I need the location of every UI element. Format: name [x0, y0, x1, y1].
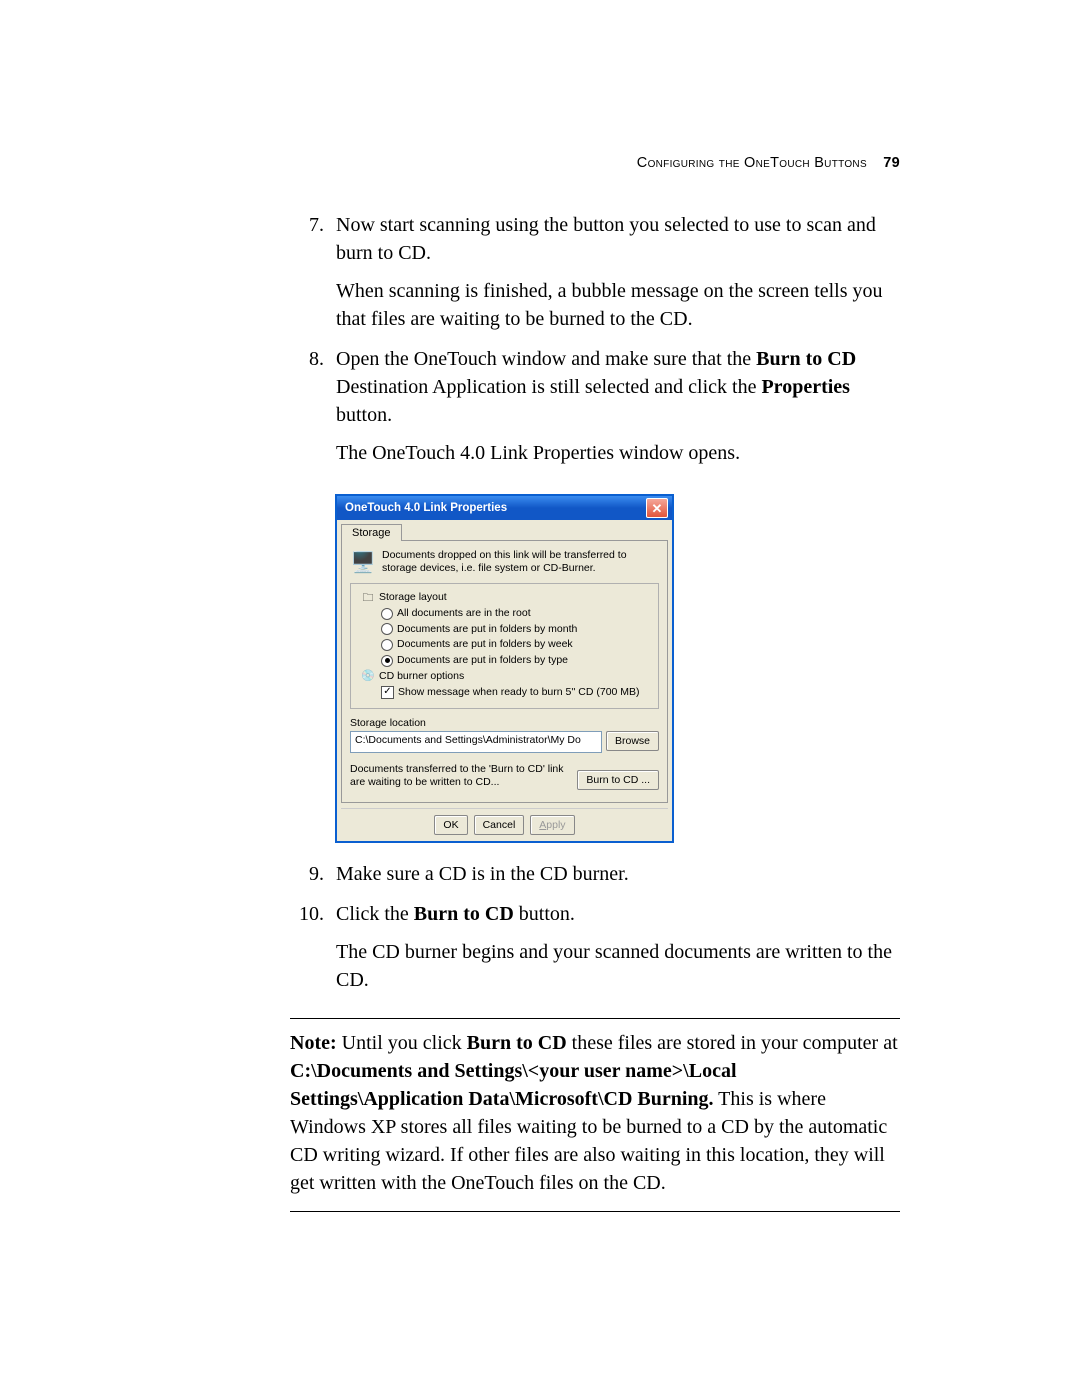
section-title: Configuring the OneTouch Buttons: [637, 155, 867, 171]
page-header: Configuring the OneTouch Buttons 79: [290, 155, 900, 171]
dialog-info-text: Documents dropped on this link will be t…: [382, 549, 659, 574]
step-7: 7. Now start scanning using the button y…: [290, 211, 900, 343]
tab-storage[interactable]: Storage: [341, 524, 402, 541]
step-number: 10.: [290, 900, 336, 1004]
radio-root[interactable]: [381, 608, 393, 620]
step-8-p2: The OneTouch 4.0 Link Properties window …: [336, 439, 900, 467]
ok-button[interactable]: OK: [434, 815, 467, 835]
folder-tree-icon: 🗀: [361, 591, 375, 605]
divider: [290, 1211, 900, 1212]
burn-waiting-text: Documents transferred to the 'Burn to CD…: [350, 763, 571, 789]
cancel-button[interactable]: Cancel: [474, 815, 525, 835]
step-8: 8. Open the OneTouch window and make sur…: [290, 345, 900, 477]
step-9-p1: Make sure a CD is in the CD burner.: [336, 860, 900, 888]
note-label: Note:: [290, 1032, 337, 1054]
link-properties-dialog: OneTouch 4.0 Link Properties ✕ Storage 🖥…: [336, 495, 673, 842]
storage-layout-group: 🗀 Storage layout All documents are in th…: [350, 583, 659, 709]
radio-root-label: All documents are in the root: [397, 606, 531, 622]
checkbox-show-message[interactable]: ✓: [381, 686, 394, 699]
step-10: 10. Click the Burn to CD button. The CD …: [290, 900, 900, 1004]
storage-location-label: Storage location: [350, 717, 659, 729]
step-10-p2: The CD burner begins and your scanned do…: [336, 938, 900, 994]
close-icon[interactable]: ✕: [646, 498, 668, 518]
storage-device-icon: 🖥️: [350, 549, 376, 575]
step-number: 8.: [290, 345, 336, 477]
browse-button[interactable]: Browse: [606, 731, 659, 751]
step-8-p1: Open the OneTouch window and make sure t…: [336, 345, 900, 429]
storage-location-input[interactable]: C:\Documents and Settings\Administrator\…: [350, 731, 602, 753]
cd-options-label: CD burner options: [379, 669, 464, 685]
radio-type-label: Documents are put in folders by type: [397, 653, 568, 669]
radio-month[interactable]: [381, 623, 393, 635]
radio-week[interactable]: [381, 639, 393, 651]
step-7-p2: When scanning is finished, a bubble mess…: [336, 277, 900, 333]
dialog-titlebar: OneTouch 4.0 Link Properties ✕: [337, 496, 672, 520]
divider: [290, 1018, 900, 1019]
cd-options-icon: 💿: [361, 670, 375, 684]
burn-to-cd-button[interactable]: Burn to CD ...: [577, 770, 659, 790]
dialog-title: OneTouch 4.0 Link Properties: [345, 502, 646, 514]
step-number: 7.: [290, 211, 336, 343]
apply-button[interactable]: Apply: [530, 815, 574, 835]
dialog-screenshot: OneTouch 4.0 Link Properties ✕ Storage 🖥…: [336, 495, 900, 842]
page-number: 79: [883, 155, 900, 171]
step-number: 9.: [290, 860, 336, 898]
step-7-p1: Now start scanning using the button you …: [336, 211, 900, 267]
step-10-p1: Click the Burn to CD button.: [336, 900, 900, 928]
storage-layout-label: Storage layout: [379, 590, 447, 606]
radio-type[interactable]: [381, 655, 393, 667]
radio-week-label: Documents are put in folders by week: [397, 637, 573, 653]
step-9: 9. Make sure a CD is in the CD burner.: [290, 860, 900, 898]
radio-month-label: Documents are put in folders by month: [397, 622, 577, 638]
note-block: Note: Until you click Burn to CD these f…: [290, 1029, 900, 1197]
checkbox-show-message-label: Show message when ready to burn 5'' CD (…: [398, 685, 640, 701]
